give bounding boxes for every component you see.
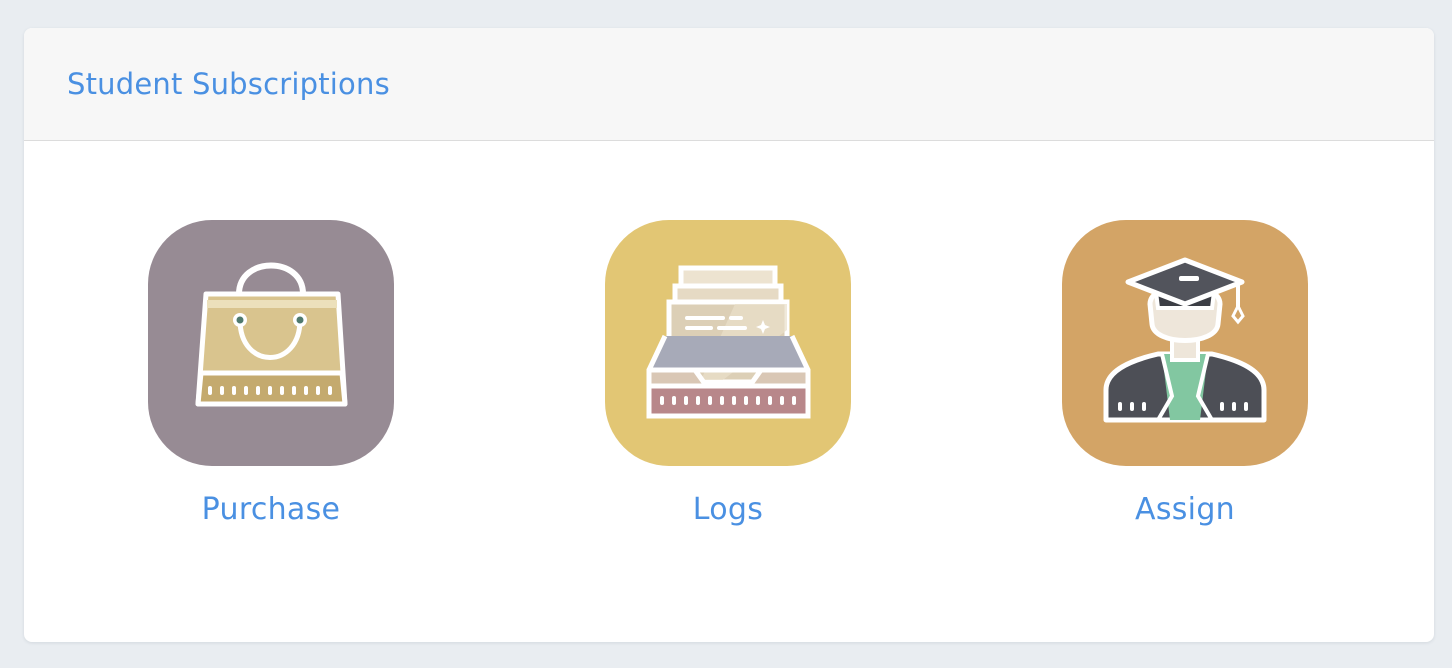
purchase-tile[interactable]: Purchase: [121, 220, 421, 527]
logs-icon-tile[interactable]: [605, 220, 851, 466]
card-title: Student Subscriptions: [67, 67, 390, 101]
purchase-label[interactable]: Purchase: [202, 492, 341, 527]
purchase-icon-tile[interactable]: [148, 220, 394, 466]
assign-tile[interactable]: Assign: [1035, 220, 1335, 527]
student-subscriptions-card: Student Subscriptions Purchase Logs Assi…: [24, 28, 1434, 642]
assign-label[interactable]: Assign: [1135, 492, 1235, 527]
inbox-tray-icon: [646, 265, 811, 419]
logs-tile[interactable]: Logs: [578, 220, 878, 527]
tile-grid: Purchase Logs Assign: [24, 141, 1434, 641]
card-header: Student Subscriptions: [24, 28, 1434, 141]
logs-label[interactable]: Logs: [693, 492, 763, 527]
graduate-student-icon: [1103, 257, 1267, 423]
assign-icon-tile[interactable]: [1062, 220, 1308, 466]
shopping-bag-icon: [195, 262, 348, 407]
